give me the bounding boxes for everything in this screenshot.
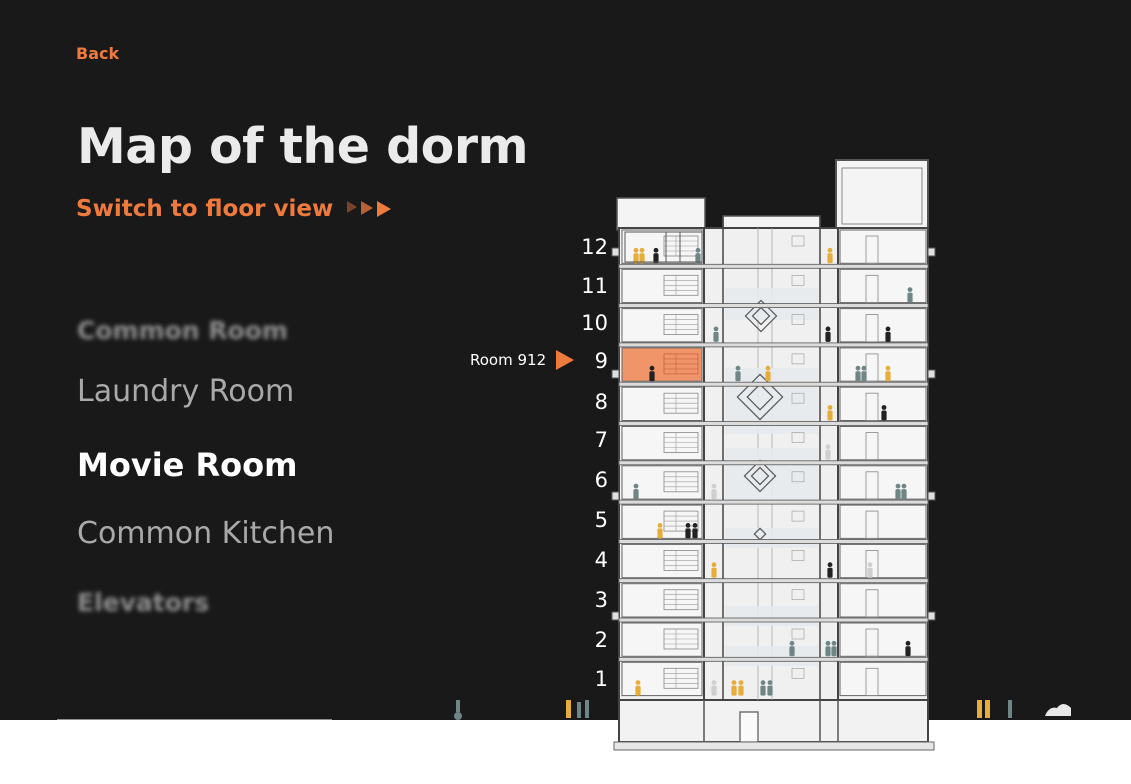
- floor-number: 6: [594, 468, 608, 492]
- floor-number: 1: [594, 667, 608, 691]
- floor-number: 10: [581, 311, 608, 335]
- floor-number: 4: [594, 548, 608, 572]
- floor-number: 5: [594, 508, 608, 532]
- floor-number: 3: [594, 588, 608, 612]
- building-section-drawing: [454, 159, 1071, 751]
- floor-number: 7: [594, 428, 608, 452]
- floor-number: 9: [594, 349, 608, 373]
- room-912-label: Room 912: [470, 351, 547, 369]
- floor-number: 12: [581, 235, 608, 259]
- floor-number: 2: [594, 628, 608, 652]
- floor-number: 11: [581, 274, 608, 298]
- floor-number: 8: [594, 390, 608, 414]
- room-pointer-icon: [556, 350, 574, 370]
